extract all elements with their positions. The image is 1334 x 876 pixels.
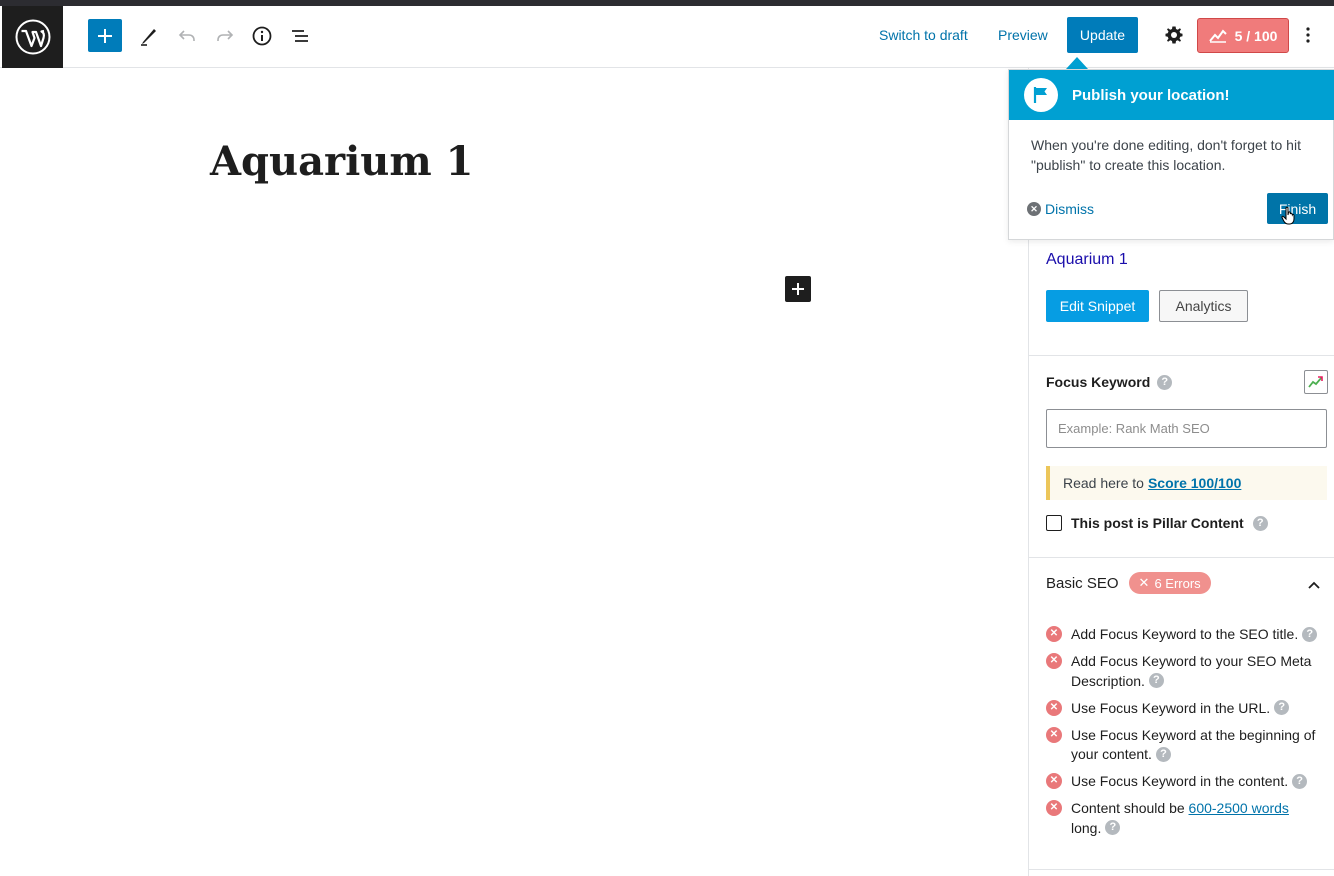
update-button[interactable]: Update [1067, 17, 1138, 53]
pencil-icon [141, 28, 156, 46]
chevron-up-icon [1308, 581, 1320, 589]
check-text: Add Focus Keyword to your SEO Meta Descr… [1071, 653, 1312, 689]
help-icon[interactable]: ? [1274, 700, 1290, 716]
collapse-toggle[interactable] [1305, 576, 1323, 594]
check-text: Use Focus Keyword in the content. [1071, 773, 1289, 789]
help-icon[interactable]: ? [1292, 773, 1308, 789]
list-view-icon [292, 29, 308, 42]
error-x-icon: ✕ [1046, 653, 1062, 669]
more-options-button[interactable] [1298, 21, 1318, 49]
details-button[interactable] [245, 19, 279, 52]
settings-button[interactable] [1160, 21, 1188, 49]
block-inserter-button[interactable] [785, 276, 811, 302]
help-icon[interactable]: ? [1157, 374, 1173, 390]
switch-to-draft-button[interactable]: Switch to draft [879, 26, 968, 44]
divider [1029, 355, 1334, 356]
score-100-link[interactable]: Score 100/100 [1148, 475, 1241, 491]
list-view-button[interactable] [283, 19, 317, 52]
error-x-icon: ✕ [1046, 726, 1062, 743]
pillar-content-label: This post is Pillar Content [1071, 515, 1244, 531]
pillar-content-option[interactable]: This post is Pillar Content ? [1046, 515, 1268, 531]
popover-body: When you're done editing, don't forget t… [1031, 137, 1301, 173]
focus-keyword-input[interactable] [1046, 409, 1327, 448]
dismiss-label: Dismiss [1045, 201, 1094, 217]
focus-keyword-label: Focus Keyword ? [1046, 374, 1173, 390]
trend-icon [1308, 376, 1323, 388]
redo-button[interactable] [208, 19, 242, 52]
dismiss-button[interactable]: ✕ Dismiss [1027, 201, 1094, 217]
preview-button[interactable]: Preview [998, 26, 1048, 44]
snippet-title: Aquarium 1 [1046, 251, 1128, 268]
errors-badge: ✕ 6 Errors [1128, 572, 1211, 594]
list-item: ✕ Use Focus Keyword in the URL.? [1046, 699, 1326, 719]
error-x-icon: ✕ [1138, 575, 1150, 590]
focus-keyword-label-text: Focus Keyword [1046, 374, 1151, 390]
help-icon[interactable]: ? [1252, 515, 1268, 531]
list-item: ✕ Add Focus Keyword to your SEO Meta Des… [1046, 652, 1326, 691]
info-icon [252, 26, 272, 45]
undo-button[interactable] [170, 19, 204, 52]
check-text: Use Focus Keyword at the beginning of yo… [1071, 726, 1316, 763]
score-notice: Read here to Score 100/100 [1046, 466, 1327, 500]
notice-text: Read here to [1063, 475, 1144, 491]
list-item: ✕ Use Focus Keyword at the beginning of … [1046, 726, 1326, 765]
list-item: ✕ Add Focus Keyword to the SEO title.? [1046, 625, 1326, 645]
plus-icon [792, 283, 804, 295]
check-text: Add Focus Keyword to the SEO title. [1071, 626, 1299, 642]
popover-title: Publish your location! [1072, 86, 1230, 104]
divider [1029, 557, 1334, 558]
check-text: long. [1071, 819, 1102, 836]
help-icon[interactable]: ? [1302, 626, 1318, 642]
pillar-content-checkbox[interactable] [1046, 515, 1062, 531]
error-x-icon: ✕ [1046, 626, 1062, 642]
editor-header: Switch to draft Preview Update 5 / 100 [0, 6, 1334, 68]
finish-button[interactable]: Finish [1267, 193, 1328, 224]
seo-score-label: 5 / 100 [1234, 27, 1278, 44]
check-text: Content should be [1071, 800, 1185, 816]
help-icon[interactable]: ? [1148, 673, 1164, 689]
check-text: Use Focus Keyword in the URL. [1071, 699, 1271, 716]
redo-icon [217, 29, 234, 41]
help-icon[interactable]: ? [1155, 746, 1171, 762]
divider [1029, 869, 1334, 870]
post-title[interactable]: Aquarium 1 [210, 138, 473, 185]
tools-button[interactable] [132, 19, 166, 52]
close-circle-icon: ✕ [1027, 202, 1041, 216]
popover-arrow [1066, 57, 1088, 69]
popover-header: Publish your location! [1009, 70, 1334, 120]
editor-canvas: Aquarium 1 [0, 68, 1028, 876]
error-x-icon: ✕ [1046, 699, 1062, 716]
list-item: ✕ Use Focus Keyword in the content.? [1046, 772, 1326, 792]
errors-badge-label: 6 Errors [1154, 575, 1201, 591]
rank-math-icon [1208, 28, 1227, 43]
flag-icon [1024, 78, 1058, 112]
basic-seo-header[interactable]: Basic SEO ✕ 6 Errors [1046, 572, 1211, 594]
basic-seo-checklist: ✕ Add Focus Keyword to the SEO title.? ✕… [1046, 625, 1326, 846]
keyword-trends-button[interactable] [1304, 370, 1328, 394]
word-count-link[interactable]: 600-2500 words [1189, 800, 1289, 816]
plus-icon [98, 28, 112, 43]
analytics-button[interactable]: Analytics [1159, 290, 1248, 322]
add-block-button[interactable] [88, 19, 122, 52]
error-x-icon: ✕ [1046, 773, 1062, 789]
error-x-icon: ✕ [1046, 800, 1062, 816]
rank-math-score-button[interactable]: 5 / 100 [1197, 18, 1289, 53]
basic-seo-title: Basic SEO [1046, 574, 1119, 592]
list-item: ✕ Content should be 600-2500 words long.? [1046, 799, 1326, 838]
edit-snippet-button[interactable]: Edit Snippet [1046, 290, 1149, 322]
gear-icon [1165, 26, 1183, 44]
wordpress-logo-icon[interactable] [2, 6, 63, 68]
hand-cursor-icon [1281, 206, 1295, 225]
more-vertical-icon [1306, 27, 1310, 43]
help-icon[interactable]: ? [1105, 820, 1121, 836]
undo-icon [178, 29, 195, 41]
